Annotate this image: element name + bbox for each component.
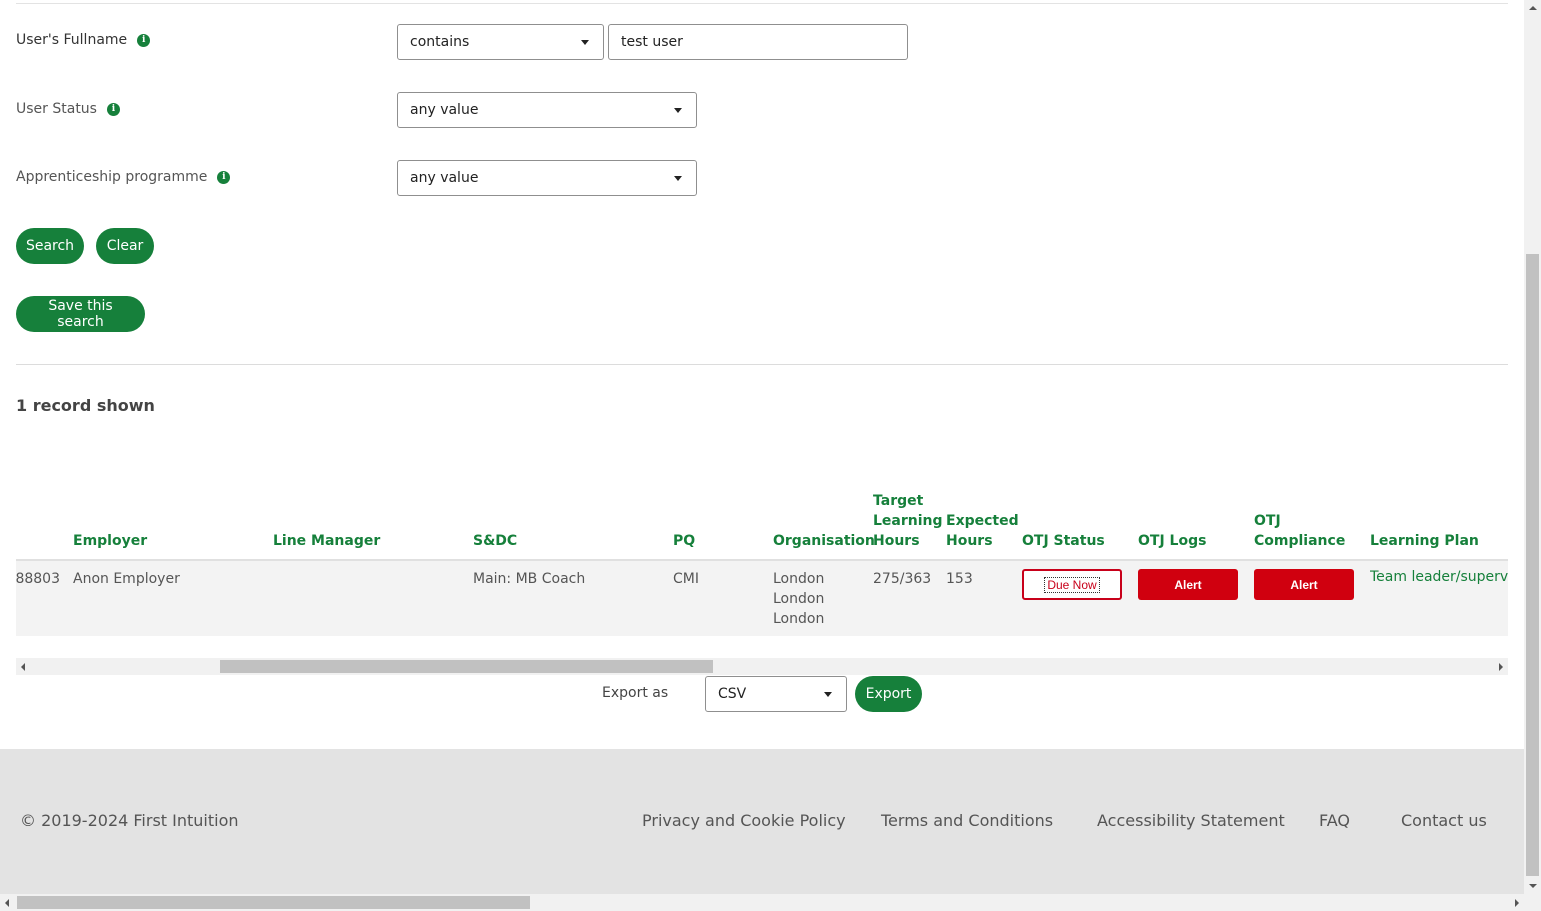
chevron-down-icon [824, 692, 832, 697]
export-label: Export as [602, 685, 669, 701]
scroll-right-icon[interactable] [1499, 663, 1503, 671]
cell-target-hours: 275/363 [873, 571, 932, 587]
footer: © 2019-2024 First Intuition Privacy and … [0, 749, 1524, 894]
privacy-policy-link[interactable]: Privacy and Cookie Policy [642, 811, 846, 830]
scrollbar-thumb[interactable] [17, 896, 530, 909]
copyright-text: © 2019-2024 First Intuition [20, 811, 239, 830]
cell-expected-hours: 153 [946, 571, 973, 587]
cell-organisation: London London London [773, 571, 825, 627]
top-divider [16, 3, 1508, 4]
scroll-left-icon[interactable] [21, 663, 25, 671]
accessibility-link[interactable]: Accessibility Statement [1097, 811, 1285, 830]
otj-status-due-now-button[interactable]: Due Now [1022, 569, 1122, 600]
cell-sdc: Main: MB Coach [473, 571, 586, 587]
apprenticeship-programme-select[interactable]: any value [397, 160, 697, 196]
scroll-right-icon[interactable] [1515, 899, 1519, 907]
chevron-down-icon [674, 176, 682, 181]
header-organisation[interactable]: Organisation [773, 531, 875, 551]
contact-link[interactable]: Contact us [1401, 811, 1487, 830]
fullname-operator-select[interactable]: contains [397, 24, 604, 60]
faq-link[interactable]: FAQ [1319, 811, 1350, 830]
records-count: 1 record shown [16, 396, 155, 415]
page-vertical-scrollbar[interactable] [1524, 0, 1541, 894]
apprenticeship-programme-filter-label: Apprenticeship programme i [16, 169, 231, 185]
cell-employer: Anon Employer [73, 571, 180, 587]
fullname-filter-label: User's Fullname i [16, 32, 151, 48]
header-target-learning-hours[interactable]: Target Learning Hours [873, 491, 943, 551]
export-format-select[interactable]: CSV [705, 676, 847, 712]
header-sdc[interactable]: S&DC [473, 531, 517, 551]
info-icon[interactable]: i [137, 33, 151, 47]
info-icon[interactable]: i [217, 170, 231, 184]
header-line-manager[interactable]: Line Manager [273, 531, 380, 551]
search-button[interactable]: Search [16, 228, 84, 264]
header-otj-logs[interactable]: OTJ Logs [1138, 531, 1206, 551]
scrollbar-corner [1524, 894, 1541, 911]
header-expected-hours[interactable]: Expected Hours [946, 511, 1019, 551]
cell-id: 88803 [16, 571, 60, 587]
info-icon[interactable]: i [106, 102, 120, 116]
header-pq[interactable]: PQ [673, 531, 695, 551]
chevron-down-icon [674, 108, 682, 113]
scroll-down-icon[interactable] [1529, 884, 1537, 888]
header-learning-plan[interactable]: Learning Plan [1370, 531, 1479, 551]
header-employer[interactable]: Employer [73, 531, 147, 551]
learning-plan-link[interactable]: Team leader/supervisor [1370, 569, 1508, 585]
otj-compliance-alert-button[interactable]: Alert [1254, 569, 1354, 600]
save-search-button[interactable]: Save this search [16, 296, 145, 332]
page-horizontal-scrollbar[interactable] [0, 894, 1524, 911]
section-divider [16, 364, 1508, 365]
scrollbar-thumb[interactable] [220, 660, 713, 673]
scrollbar-thumb[interactable] [1526, 254, 1539, 876]
clear-button[interactable]: Clear [96, 228, 154, 264]
cell-pq: CMI [673, 571, 699, 587]
table-horizontal-scrollbar[interactable] [16, 658, 1508, 675]
user-status-filter-label: User Status i [16, 101, 120, 117]
otj-logs-alert-button[interactable]: Alert [1138, 569, 1238, 600]
export-button[interactable]: Export [855, 676, 922, 712]
chevron-down-icon [581, 40, 589, 45]
scroll-left-icon[interactable] [5, 899, 9, 907]
terms-link[interactable]: Terms and Conditions [881, 811, 1053, 830]
header-otj-status[interactable]: OTJ Status [1022, 531, 1105, 551]
header-otj-compliance[interactable]: OTJ Compliance [1254, 511, 1345, 551]
user-status-select[interactable]: any value [397, 92, 697, 128]
scroll-up-icon[interactable] [1529, 6, 1537, 10]
fullname-input[interactable] [608, 24, 908, 60]
